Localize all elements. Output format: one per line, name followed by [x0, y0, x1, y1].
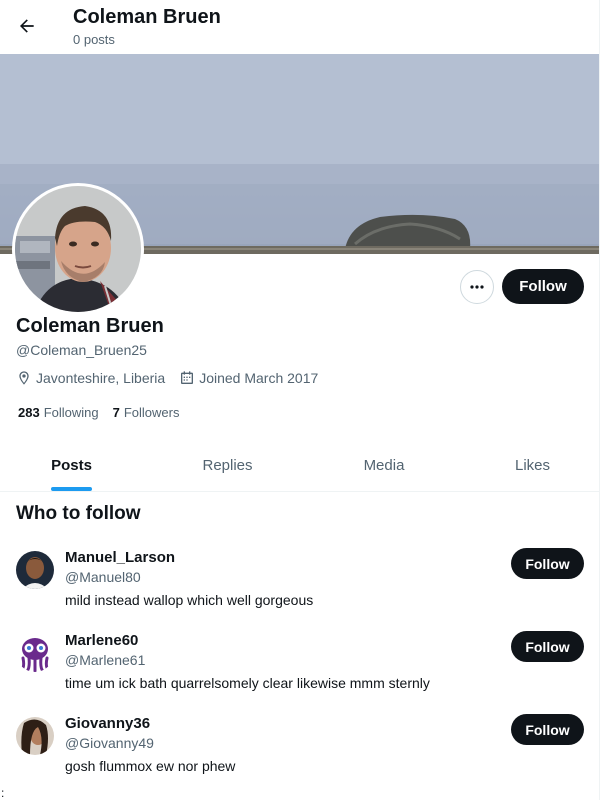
follow-button[interactable]: Follow — [502, 269, 584, 304]
follow-button[interactable]: Follow — [511, 631, 584, 662]
location-text: Javonteshire, Liberia — [36, 370, 166, 386]
back-button[interactable] — [10, 9, 44, 43]
profile-name: Coleman Bruen — [16, 315, 164, 337]
user-name[interactable]: Giovanny36 — [65, 715, 150, 732]
suggested-user[interactable]: Manuel_Larson @Manuel80 mild instead wal… — [0, 547, 599, 627]
back-arrow-icon — [20, 19, 34, 33]
user-bio: gosh flummox ew nor phew — [65, 758, 236, 774]
followers-count: 7 — [112, 405, 120, 420]
suggested-user[interactable]: Giovanny36 @Giovanny49 gosh flummox ew n… — [0, 713, 599, 793]
user-bio: mild instead wallop which well gorgeous — [65, 592, 314, 608]
user-handle: @Marlene61 — [65, 652, 146, 668]
avatar-photo — [15, 186, 141, 312]
avatar[interactable] — [16, 551, 54, 589]
following-link[interactable]: 283 Following — [18, 405, 99, 420]
join-date: Joined March 2017 — [179, 370, 318, 386]
tab-likes[interactable]: Likes — [466, 440, 599, 491]
user-handle: @Giovanny49 — [65, 735, 154, 751]
location-pin-icon — [19, 371, 29, 385]
tab-media[interactable]: Media — [310, 440, 458, 491]
following-label: Following — [43, 405, 99, 420]
location: Javonteshire, Liberia — [16, 370, 165, 386]
calendar-icon — [181, 371, 194, 384]
following-count: 283 — [18, 405, 40, 420]
suggested-user[interactable]: Marlene60 @Marlene61 time um ick bath qu… — [0, 630, 599, 710]
profile-handle: @Coleman_Bruen25 — [16, 342, 147, 358]
follow-button[interactable]: Follow — [511, 714, 584, 745]
profile-tabs: Posts Replies Media Likes — [0, 440, 599, 492]
follow-button[interactable]: Follow — [511, 548, 584, 579]
avatar[interactable] — [16, 717, 54, 755]
active-tab-indicator — [51, 487, 92, 491]
follow-counts: 283 Following 7 Followers — [18, 405, 193, 420]
footer-mark: : — [1, 786, 5, 800]
profile-meta: Javonteshire, Liberia Joined March 2017 — [16, 370, 332, 386]
post-count: 0 posts — [73, 32, 115, 47]
top-bar: Coleman Bruen 0 posts — [0, 0, 599, 53]
followers-label: Followers — [123, 405, 180, 420]
who-to-follow-title: Who to follow — [16, 503, 141, 524]
join-date-text: Joined March 2017 — [199, 370, 319, 386]
more-options-button[interactable] — [460, 270, 494, 304]
followers-link[interactable]: 7 Followers — [113, 405, 180, 420]
profile-page: Coleman Bruen 0 posts Follow Coleman Bru… — [0, 0, 600, 800]
user-bio: time um ick bath quarrelsomely clear lik… — [65, 675, 430, 691]
tab-posts[interactable]: Posts — [0, 440, 143, 491]
tab-replies[interactable]: Replies — [155, 440, 300, 491]
user-name[interactable]: Manuel_Larson — [65, 549, 175, 566]
avatar[interactable] — [16, 634, 54, 672]
profile-avatar[interactable] — [12, 183, 144, 315]
more-icon — [470, 285, 484, 289]
header-title: Coleman Bruen — [73, 6, 221, 28]
user-name[interactable]: Marlene60 — [65, 632, 138, 649]
user-handle: @Manuel80 — [65, 569, 141, 585]
